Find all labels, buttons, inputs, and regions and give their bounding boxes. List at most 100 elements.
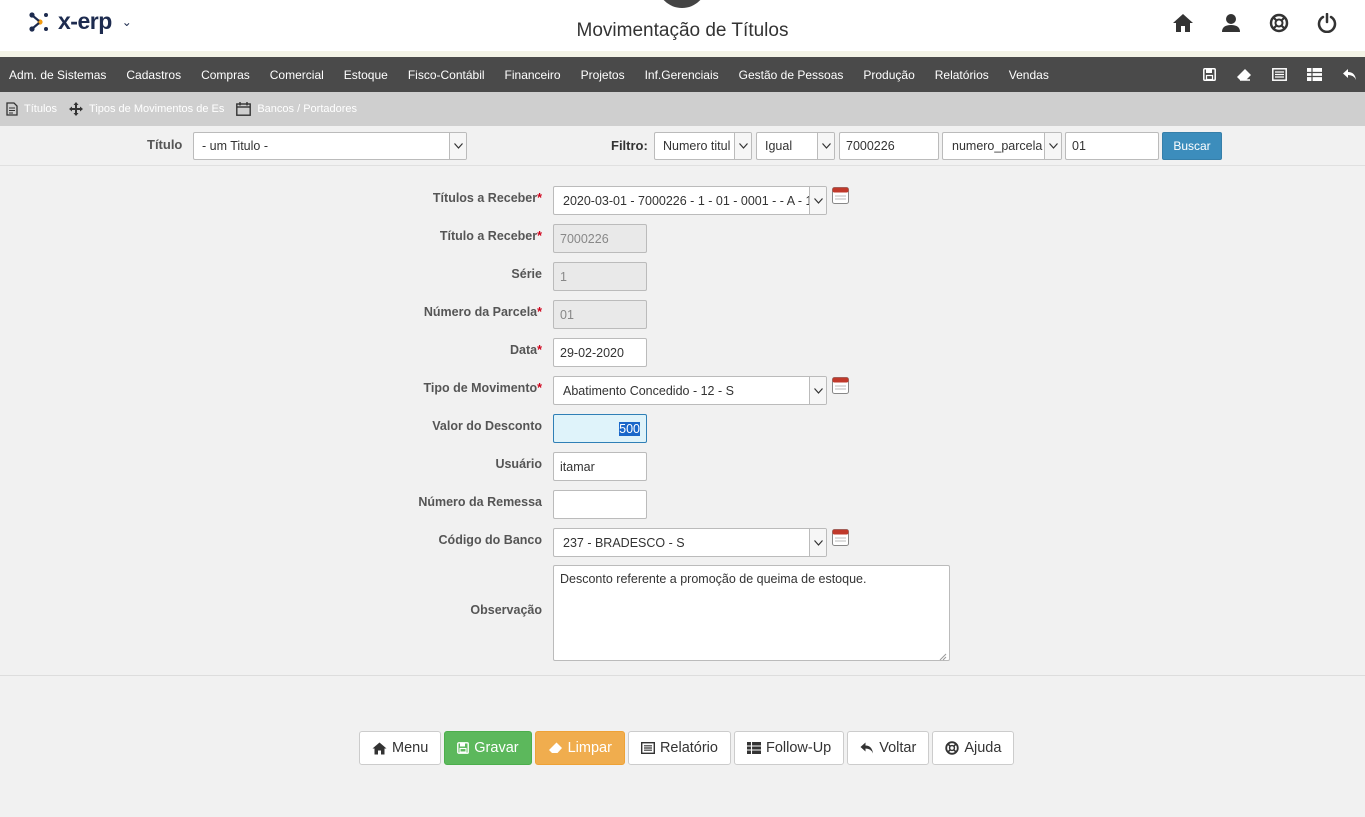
titulo-select[interactable]: - um Titulo -	[193, 132, 467, 160]
chevron-down-icon	[809, 529, 826, 556]
eraser-icon[interactable]	[1236, 67, 1252, 83]
page-title: Movimentação de Títulos	[576, 20, 789, 41]
tab-label: Bancos / Portadores	[257, 103, 358, 115]
observacao-textarea[interactable]: Desconto referente a promoção de queima …	[553, 565, 950, 661]
titulo-receber-input[interactable]: 7000226	[553, 224, 647, 253]
menu-item-inf-gerenciais[interactable]: Inf.Gerenciais	[635, 68, 729, 82]
tab-titulos[interactable]: Títulos	[6, 102, 57, 116]
titulo-select-value: - um Titulo -	[202, 139, 268, 153]
document-icon	[6, 102, 18, 116]
limpar-button-label: Limpar	[567, 740, 612, 756]
menu-item-fisco-contabil[interactable]: Fisco-Contábil	[398, 68, 495, 82]
home-icon	[372, 742, 387, 754]
filter-value2-input[interactable]: 01	[1065, 132, 1159, 160]
calendar-icon	[236, 102, 252, 116]
menu-item-vendas[interactable]: Vendas	[999, 68, 1059, 82]
power-icon[interactable]	[1315, 10, 1339, 36]
observacao-value: Desconto referente a promoção de queima …	[560, 572, 867, 586]
menu-item-comercial[interactable]: Comercial	[260, 68, 334, 82]
tab-bar: Títulos Tipos de Movimentos de Es Bancos…	[0, 92, 1365, 126]
limpar-button[interactable]: Limpar	[534, 731, 625, 765]
save-icon[interactable]	[1201, 67, 1217, 83]
calendar-icon[interactable]	[832, 377, 849, 394]
titulo-receber-label: Título a Receber*	[439, 229, 542, 243]
menu-item-gestao-pessoas[interactable]: Gestão de Pessoas	[729, 68, 854, 82]
action-bar: Menu Gravar Limpar Relatório Follow-Up V…	[359, 731, 1015, 765]
filtro-label: Filtro:	[611, 138, 648, 153]
numero-remessa-label: Número da Remessa	[418, 495, 542, 509]
move-arrows-icon	[69, 102, 84, 116]
tab-bancos-portadores[interactable]: Bancos / Portadores	[236, 102, 357, 116]
valor-desconto-label: Valor do Desconto	[432, 419, 542, 433]
filter-search-input[interactable]: 7000226	[839, 132, 939, 160]
menu-item-producao[interactable]: Produção	[853, 68, 924, 82]
menu-item-compras[interactable]: Compras	[191, 68, 260, 82]
resize-grip-icon[interactable]	[939, 650, 947, 661]
titulo-label: Título	[147, 137, 183, 152]
titulos-receber-select[interactable]: 2020-03-01 - 7000226 - 1 - 01 - 0001 - -…	[553, 186, 827, 215]
codigo-banco-value: 237 - BRADESCO - S	[563, 535, 685, 550]
report-icon[interactable]	[1271, 67, 1287, 83]
calendar-icon[interactable]	[832, 529, 849, 546]
voltar-button-label: Voltar	[879, 740, 917, 756]
relatorio-button[interactable]: Relatório	[627, 731, 731, 765]
menu-item-financeiro[interactable]: Financeiro	[495, 68, 571, 82]
numero-remessa-input[interactable]	[553, 490, 647, 519]
lifebuoy-icon[interactable]	[1267, 10, 1291, 36]
save-icon	[457, 742, 470, 754]
valor-desconto-value: 500	[619, 421, 640, 436]
voltar-button[interactable]: Voltar	[847, 731, 930, 765]
usuario-input[interactable]: itamar	[553, 452, 647, 481]
titulos-receber-label: Títulos a Receber*	[432, 191, 542, 205]
collapse-header-icon[interactable]	[657, 0, 707, 8]
menu-button[interactable]: Menu	[359, 731, 442, 765]
serie-input[interactable]: 1	[553, 262, 647, 291]
buscar-button[interactable]: Buscar	[1162, 132, 1222, 160]
codigo-banco-select[interactable]: 237 - BRADESCO - S	[553, 528, 827, 557]
tab-tipos-movimentos[interactable]: Tipos de Movimentos de Es	[69, 102, 224, 116]
filter-operator-value: Igual	[765, 139, 793, 153]
calendar-icon[interactable]	[832, 187, 849, 204]
back-icon	[860, 742, 874, 754]
filter-field-select[interactable]: Numero titul	[654, 132, 752, 160]
toolbar	[1201, 57, 1357, 92]
serie-label: Série	[511, 267, 542, 281]
report-icon	[640, 742, 655, 754]
form-area: Títulos a Receber* 2020-03-01 - 7000226 …	[0, 166, 1365, 676]
table-icon[interactable]	[1306, 67, 1322, 83]
tab-label: Tipos de Movimentos de Es	[89, 103, 225, 115]
menu-item-adm-sistemas[interactable]: Adm. de Sistemas	[0, 68, 116, 82]
menu-button-label: Menu	[392, 740, 429, 756]
filter-operator-select[interactable]: Igual	[756, 132, 835, 160]
ajuda-button[interactable]: Ajuda	[932, 731, 1015, 765]
codigo-banco-label: Código do Banco	[438, 533, 542, 547]
menu-item-estoque[interactable]: Estoque	[334, 68, 398, 82]
filter-field-value: Numero titul	[663, 139, 731, 153]
tab-label: Títulos	[24, 103, 58, 115]
filter-field2-select[interactable]: numero_parcela	[942, 132, 1062, 160]
chevron-down-icon	[449, 133, 466, 159]
app-header: x-erp ⌄ Movimentação de Títulos	[0, 0, 1365, 51]
home-icon[interactable]	[1171, 10, 1195, 36]
menu-item-projetos[interactable]: Projetos	[571, 68, 635, 82]
filter-field2-value: numero_parcela	[952, 139, 1043, 153]
valor-desconto-input[interactable]: 500	[553, 414, 647, 443]
data-input[interactable]: 29-02-2020	[553, 338, 647, 367]
chevron-down-icon	[817, 133, 834, 159]
table-icon	[746, 742, 761, 754]
menu-item-cadastros[interactable]: Cadastros	[116, 68, 191, 82]
tipo-movimento-select[interactable]: Abatimento Concedido - 12 - S	[553, 376, 827, 405]
data-label: Data*	[510, 343, 542, 357]
tipo-movimento-label: Tipo de Movimento*	[423, 381, 542, 395]
ajuda-button-label: Ajuda	[964, 740, 1002, 756]
gravar-button[interactable]: Gravar	[444, 731, 532, 765]
followup-button-label: Follow-Up	[765, 740, 832, 756]
lifebuoy-icon	[945, 741, 960, 755]
followup-button[interactable]: Follow-Up	[733, 731, 845, 765]
back-icon[interactable]	[1341, 67, 1357, 83]
menu-item-relatorios[interactable]: Relatórios	[925, 68, 999, 82]
gravar-button-label: Gravar	[474, 740, 519, 756]
numero-parcela-input[interactable]: 01	[553, 300, 647, 329]
user-icon[interactable]	[1219, 10, 1243, 36]
numero-parcela-label: Número da Parcela*	[423, 305, 542, 319]
